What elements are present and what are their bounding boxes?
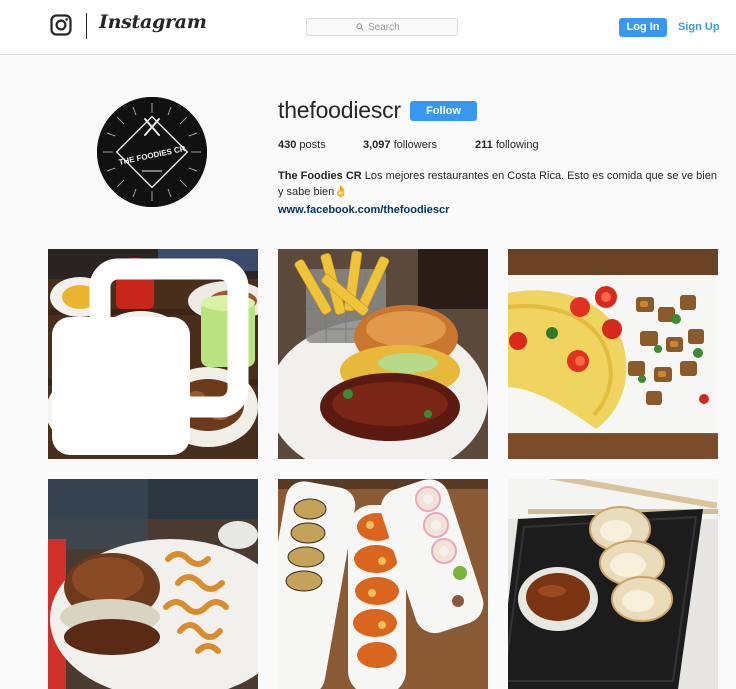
followers-label: followers (393, 139, 437, 151)
posts-count: 430 (278, 139, 297, 151)
post-thumbnail-5[interactable] (278, 479, 488, 689)
profile-avatar[interactable]: THE FOODIES CR (97, 97, 207, 207)
post-image-6 (508, 479, 718, 689)
search-icon (356, 23, 364, 31)
post-image-4 (48, 479, 258, 689)
foodies-cr-logo: THE FOODIES CR (97, 97, 207, 207)
posts-label: posts (299, 139, 326, 151)
following-stat[interactable]: 211 following (475, 139, 539, 151)
logo-divider (86, 13, 87, 39)
multiple-photos-icon (52, 258, 249, 455)
posts-count-stat: 430 posts (278, 139, 326, 151)
post-thumbnail-1[interactable] (48, 249, 258, 459)
top-navigation-bar: Instagram Log In Sign Up (0, 0, 736, 55)
post-thumbnail-6[interactable] (508, 479, 718, 689)
bio-website-link[interactable]: www.facebook.com/thefoodiescr (278, 202, 718, 218)
post-thumbnail-3[interactable] (508, 249, 718, 459)
post-image-5 (278, 479, 488, 689)
post-image-3 (508, 249, 718, 459)
post-thumbnail-2[interactable] (278, 249, 488, 459)
sign-up-link[interactable]: Sign Up (678, 18, 720, 37)
search-box[interactable] (306, 18, 458, 36)
log-in-button[interactable]: Log In (619, 18, 667, 37)
ok-hand-emoji: 👌 (334, 186, 348, 198)
post-image-2 (278, 249, 488, 459)
bio-full-name: The Foodies CR (278, 170, 362, 182)
instagram-wordmark[interactable]: Instagram (99, 11, 207, 33)
instagram-camera-icon[interactable] (50, 14, 72, 36)
profile-username: thefoodiescr (278, 97, 401, 123)
following-label: following (495, 139, 539, 151)
followers-stat[interactable]: 3,097 followers (363, 139, 437, 151)
search-input[interactable] (368, 21, 408, 33)
followers-count: 3,097 (363, 139, 391, 151)
following-count: 211 (475, 139, 493, 151)
post-thumbnail-4[interactable] (48, 479, 258, 689)
profile-bio: The Foodies CR Los mejores restaurantes … (278, 168, 718, 218)
follow-button[interactable]: Follow (410, 101, 477, 121)
